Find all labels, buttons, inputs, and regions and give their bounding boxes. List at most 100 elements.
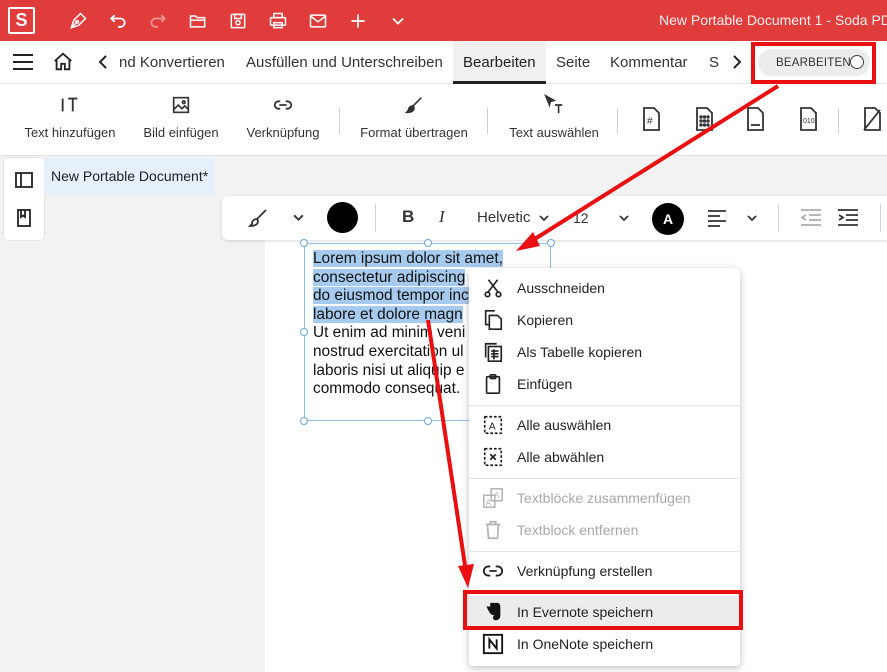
title-bar: S New Portable Document 1 - Soda PDF bbox=[0, 0, 887, 41]
resize-handle[interactable] bbox=[300, 328, 308, 336]
document-tab[interactable]: New Portable Document* bbox=[44, 158, 214, 194]
chevron-down-icon[interactable] bbox=[746, 212, 758, 224]
highlighter-icon[interactable] bbox=[246, 206, 270, 230]
font-size-select[interactable]: 12 bbox=[573, 210, 589, 226]
tab-seite[interactable]: Seite bbox=[556, 54, 590, 71]
mail-icon[interactable] bbox=[307, 10, 329, 32]
link-button[interactable]: Verknüpfung bbox=[243, 94, 323, 140]
menu-item-create-link[interactable]: Verknüpfung erstellen bbox=[469, 555, 740, 587]
onenote-icon bbox=[482, 633, 504, 655]
tab-konvertieren[interactable]: nd Konvertieren bbox=[119, 54, 225, 71]
save-icon[interactable] bbox=[227, 10, 249, 32]
highlight-color-button[interactable]: A bbox=[652, 203, 684, 235]
menu-item-select-all[interactable]: A Alle auswählen bbox=[469, 409, 740, 441]
font-color-swatch[interactable] bbox=[327, 202, 358, 233]
header-footer-icon[interactable] bbox=[743, 106, 767, 132]
toolbar-divider bbox=[339, 108, 340, 134]
pen-icon[interactable] bbox=[67, 10, 89, 32]
menu-item-label: Textblöcke zusammenfügen bbox=[517, 490, 691, 506]
link-label: Verknüpfung bbox=[246, 125, 320, 140]
annotation-box-edit-toggle bbox=[751, 42, 876, 84]
format-painter-button[interactable]: Format übertragen bbox=[358, 94, 470, 140]
edit-toolbar: Text hinzufügen Bild einfügen Verknüpfun… bbox=[0, 84, 887, 156]
text-line-selected: labore et dolore magn bbox=[313, 305, 463, 323]
binary-icon[interactable]: 010 bbox=[796, 106, 820, 132]
app-logo[interactable]: S bbox=[8, 7, 35, 34]
chevron-right-icon[interactable] bbox=[730, 54, 744, 70]
print-icon[interactable] bbox=[267, 10, 289, 32]
chevron-left-icon[interactable] bbox=[96, 54, 110, 70]
select-text-button[interactable]: Text auswählen bbox=[506, 94, 602, 140]
resize-handle[interactable] bbox=[424, 239, 432, 247]
svg-text:A: A bbox=[486, 498, 492, 507]
font-family-select[interactable]: Helvetic bbox=[477, 209, 530, 226]
italic-icon[interactable]: I bbox=[439, 207, 445, 227]
link-icon bbox=[482, 560, 504, 582]
menu-item-label: Alle abwählen bbox=[517, 449, 605, 465]
toolbar-divider bbox=[487, 108, 488, 134]
redo-icon[interactable] bbox=[147, 10, 169, 32]
resize-handle[interactable] bbox=[300, 417, 308, 425]
menu-item-label: In OneNote speichern bbox=[517, 636, 654, 652]
align-left-icon[interactable] bbox=[706, 207, 728, 229]
no-header-icon[interactable] bbox=[860, 106, 884, 132]
bates-icon[interactable] bbox=[692, 106, 716, 132]
outdent-icon[interactable] bbox=[799, 207, 823, 229]
chevron-down-icon[interactable] bbox=[292, 211, 305, 224]
window-title: New Portable Document 1 - Soda PDF bbox=[659, 12, 887, 28]
resize-handle[interactable] bbox=[424, 417, 432, 425]
menu-item-paste[interactable]: Einfügen bbox=[469, 368, 740, 400]
resize-handle[interactable] bbox=[300, 239, 308, 247]
menu-item-label: Alle auswählen bbox=[517, 417, 612, 433]
copy-table-icon bbox=[482, 341, 504, 363]
format-divider bbox=[375, 204, 376, 232]
trash-icon bbox=[482, 519, 504, 541]
menu-item-label: Einfügen bbox=[517, 376, 573, 392]
format-divider bbox=[880, 204, 881, 232]
undo-icon[interactable] bbox=[107, 10, 129, 32]
svg-text:#: # bbox=[647, 116, 653, 127]
link-icon bbox=[273, 100, 293, 110]
menu-item-merge-text-blocks[interactable]: AA Textblöcke zusammenfügen bbox=[469, 482, 740, 514]
svg-text:A: A bbox=[494, 491, 500, 500]
bold-icon[interactable]: B bbox=[402, 207, 414, 227]
plus-icon[interactable] bbox=[347, 10, 369, 32]
add-text-button[interactable]: Text hinzufügen bbox=[24, 94, 116, 140]
bookmark-icon[interactable] bbox=[14, 208, 34, 228]
menu-item-copy-table[interactable]: Als Tabelle kopieren bbox=[469, 336, 740, 368]
toolbar-divider bbox=[617, 108, 618, 134]
paste-icon bbox=[482, 373, 504, 395]
text-line: commodo consequat. bbox=[313, 380, 461, 398]
svg-text:A: A bbox=[489, 422, 496, 433]
tab-ausfuellen[interactable]: Ausfüllen und Unterschreiben bbox=[246, 54, 443, 71]
menu-item-cut[interactable]: Ausschneiden bbox=[469, 272, 740, 304]
menu-item-label: Als Tabelle kopieren bbox=[517, 344, 643, 360]
panel-toggle-icon[interactable] bbox=[14, 170, 34, 190]
tab-kommentar[interactable]: Kommentar bbox=[610, 54, 688, 71]
chevron-down-icon[interactable] bbox=[618, 212, 630, 224]
select-text-label: Text auswählen bbox=[509, 125, 599, 140]
indent-icon[interactable] bbox=[836, 207, 860, 229]
menu-icon[interactable] bbox=[12, 53, 34, 71]
merge-text-icon: AA bbox=[482, 487, 504, 509]
deselect-all-icon bbox=[482, 446, 504, 468]
menu-item-remove-text-block[interactable]: Textblock entfernen bbox=[469, 514, 740, 546]
menu-item-copy[interactable]: Kopieren bbox=[469, 304, 740, 336]
insert-image-button[interactable]: Bild einfügen bbox=[141, 94, 221, 140]
copy-icon bbox=[482, 309, 504, 331]
format-painter-label: Format übertragen bbox=[360, 125, 468, 140]
home-icon[interactable] bbox=[52, 51, 74, 73]
page-number-icon[interactable]: # bbox=[639, 106, 663, 132]
add-text-label: Text hinzufügen bbox=[24, 125, 116, 140]
menu-separator bbox=[469, 478, 740, 479]
tab-bearbeiten[interactable]: Bearbeiten bbox=[463, 54, 536, 71]
chevron-down-icon[interactable] bbox=[387, 10, 409, 32]
menu-item-save-onenote[interactable]: In OneNote speichern bbox=[469, 628, 740, 660]
open-folder-icon[interactable] bbox=[187, 10, 209, 32]
resize-handle[interactable] bbox=[547, 239, 555, 247]
menu-item-deselect-all[interactable]: Alle abwählen bbox=[469, 441, 740, 473]
menu-item-label: Kopieren bbox=[517, 312, 574, 328]
tab-more[interactable]: S bbox=[709, 54, 719, 71]
format-divider bbox=[778, 204, 779, 232]
chevron-down-icon[interactable] bbox=[538, 212, 550, 224]
